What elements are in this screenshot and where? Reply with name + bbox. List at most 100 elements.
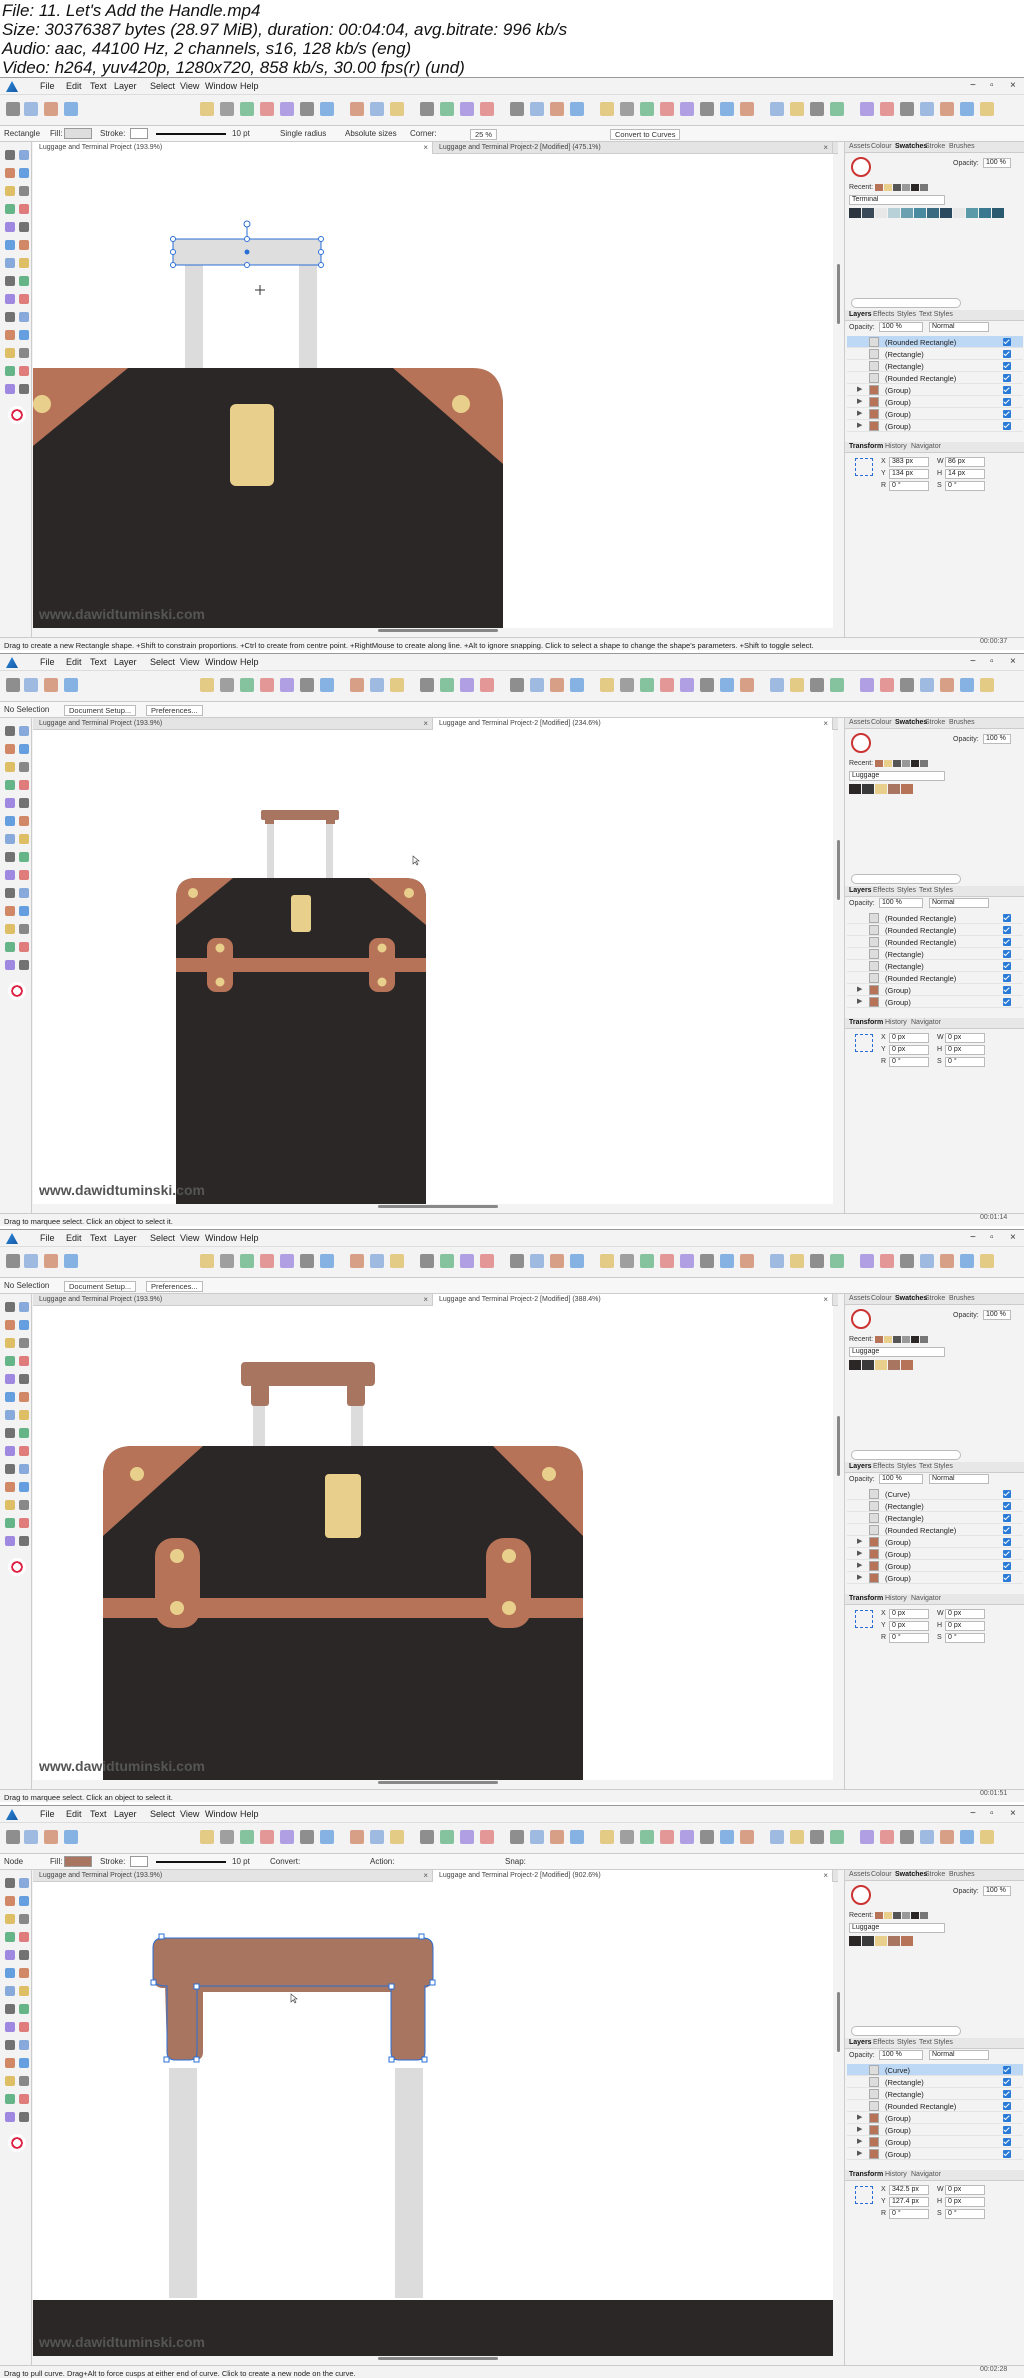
toolbar-button[interactable] (640, 1254, 654, 1268)
panel-tab[interactable]: Assets (849, 143, 870, 150)
menu-select[interactable]: Select (150, 81, 175, 91)
layer-row[interactable]: ▶ (Group) (847, 2124, 1023, 2136)
menu-edit[interactable]: Edit (66, 657, 82, 667)
tool-icon[interactable] (19, 1878, 29, 1888)
visibility-checkbox[interactable] (1003, 1538, 1011, 1546)
menu-file[interactable]: File (40, 1233, 55, 1243)
tool-icon[interactable] (5, 1896, 15, 1906)
expand-arrow-icon[interactable]: ▶ (857, 2125, 862, 2133)
toolbar-button[interactable] (740, 1830, 754, 1844)
toolbar-button[interactable] (720, 1254, 734, 1268)
tool-icon[interactable] (5, 1302, 15, 1312)
layer-row[interactable]: ▶ (Group) (847, 2112, 1023, 2124)
expand-arrow-icon[interactable]: ▶ (857, 421, 862, 429)
panel-tab[interactable]: Text Styles (919, 1463, 953, 1470)
recent-swatch[interactable] (884, 1912, 892, 1919)
transform-s-field[interactable]: 0 ° (945, 481, 985, 491)
single-radius-checkbox[interactable]: Single radius (280, 129, 326, 138)
toolbar-button[interactable] (510, 678, 524, 692)
convert-to-curves-button[interactable]: Convert to Curves (610, 129, 681, 140)
layer-opacity-field[interactable]: 100 % (879, 898, 923, 908)
layer-row[interactable]: ▶ (Group) (847, 984, 1023, 996)
layer-row[interactable]: (Rectangle) (847, 2088, 1023, 2100)
tool-icon[interactable] (19, 1464, 29, 1474)
tool-icon[interactable] (5, 1986, 15, 1996)
toolbar-button[interactable] (720, 678, 734, 692)
toolbar-button[interactable] (880, 1254, 894, 1268)
layer-row[interactable]: (Rectangle) (847, 960, 1023, 972)
toolbar-button[interactable] (320, 1830, 334, 1844)
visibility-checkbox[interactable] (1003, 1550, 1011, 1558)
tool-icon[interactable] (19, 816, 29, 826)
layer-row[interactable]: ▶ (Group) (847, 420, 1023, 432)
panel-tab[interactable]: Transform (849, 1595, 883, 1602)
tool-icon[interactable] (19, 1446, 29, 1456)
tool-icon[interactable] (19, 1428, 29, 1438)
toolbar-button[interactable] (200, 1830, 214, 1844)
menu-text[interactable]: Text (90, 1809, 107, 1819)
palette-swatch[interactable] (875, 208, 887, 218)
tool-icon[interactable] (19, 1320, 29, 1330)
panel-tab[interactable]: Colour (871, 719, 892, 726)
visibility-checkbox[interactable] (1003, 1526, 1011, 1534)
toolbar-button[interactable] (220, 1830, 234, 1844)
menu-window[interactable]: Window (205, 1233, 237, 1243)
vertical-scrollbar[interactable] (836, 1306, 842, 1780)
expand-arrow-icon[interactable]: ▶ (857, 1537, 862, 1545)
transform-x-field[interactable]: 0 px (889, 1609, 929, 1619)
tool-icon[interactable] (19, 1356, 29, 1366)
tool-icon[interactable] (5, 906, 15, 916)
toolbar-button[interactable] (570, 678, 584, 692)
toolbar-button[interactable] (790, 102, 804, 116)
toolbar-button[interactable] (860, 1254, 874, 1268)
toolbar-button[interactable] (550, 678, 564, 692)
recent-swatch[interactable] (893, 1912, 901, 1919)
toolbar-button[interactable] (620, 1254, 634, 1268)
toolbar-button[interactable] (740, 678, 754, 692)
maximize-button[interactable]: ▫ (990, 80, 994, 91)
expand-arrow-icon[interactable]: ▶ (857, 985, 862, 993)
tool-icon[interactable] (5, 852, 15, 862)
layer-row[interactable]: (Rounded Rectangle) (847, 924, 1023, 936)
toolbar-button[interactable] (64, 1830, 78, 1844)
transform-y-field[interactable]: 134 px (889, 469, 929, 479)
visibility-checkbox[interactable] (1003, 1562, 1011, 1570)
tool-icon[interactable] (5, 186, 15, 196)
document-tab[interactable]: Luggage and Terminal Project-2 [Modified… (433, 1294, 833, 1306)
toolbar-button[interactable] (530, 102, 544, 116)
blend-mode-select[interactable]: Normal (929, 898, 989, 908)
toolbar-button[interactable] (810, 678, 824, 692)
close-tab-icon[interactable]: × (423, 1871, 428, 1880)
expand-arrow-icon[interactable]: ▶ (857, 2137, 862, 2145)
visibility-checkbox[interactable] (1003, 362, 1011, 370)
toolbar-button[interactable] (600, 678, 614, 692)
panel-tab[interactable]: Effects (873, 1463, 894, 1470)
swatch-search[interactable] (851, 874, 961, 884)
panel-tab[interactable]: Navigator (911, 1595, 941, 1602)
visibility-checkbox[interactable] (1003, 914, 1011, 922)
tool-icon[interactable] (5, 1518, 15, 1528)
toolbar-button[interactable] (940, 1830, 954, 1844)
color-wheel-icon[interactable] (8, 406, 26, 424)
toolbar-button[interactable] (6, 1830, 20, 1844)
toolbar-button[interactable] (6, 1254, 20, 1268)
close-tab-icon[interactable]: × (423, 719, 428, 728)
menu-window[interactable]: Window (205, 657, 237, 667)
visibility-checkbox[interactable] (1003, 986, 1011, 994)
toolbar-button[interactable] (220, 1254, 234, 1268)
tool-icon[interactable] (19, 330, 29, 340)
minimize-button[interactable]: − (970, 80, 976, 91)
toolbar-button[interactable] (570, 1830, 584, 1844)
panel-tab[interactable]: Stroke (925, 143, 945, 150)
transform-s-field[interactable]: 0 ° (945, 1633, 985, 1643)
toolbar-button[interactable] (770, 102, 784, 116)
toolbar-button[interactable] (44, 1830, 58, 1844)
toolbar-button[interactable] (280, 102, 294, 116)
toolbar-button[interactable] (460, 102, 474, 116)
menu-layer[interactable]: Layer (114, 1809, 137, 1819)
toolbar-button[interactable] (200, 1254, 214, 1268)
toolbar-button[interactable] (940, 102, 954, 116)
expand-arrow-icon[interactable]: ▶ (857, 1573, 862, 1581)
palette-swatch[interactable] (901, 1360, 913, 1370)
layer-row[interactable]: (Rounded Rectangle) (847, 972, 1023, 984)
